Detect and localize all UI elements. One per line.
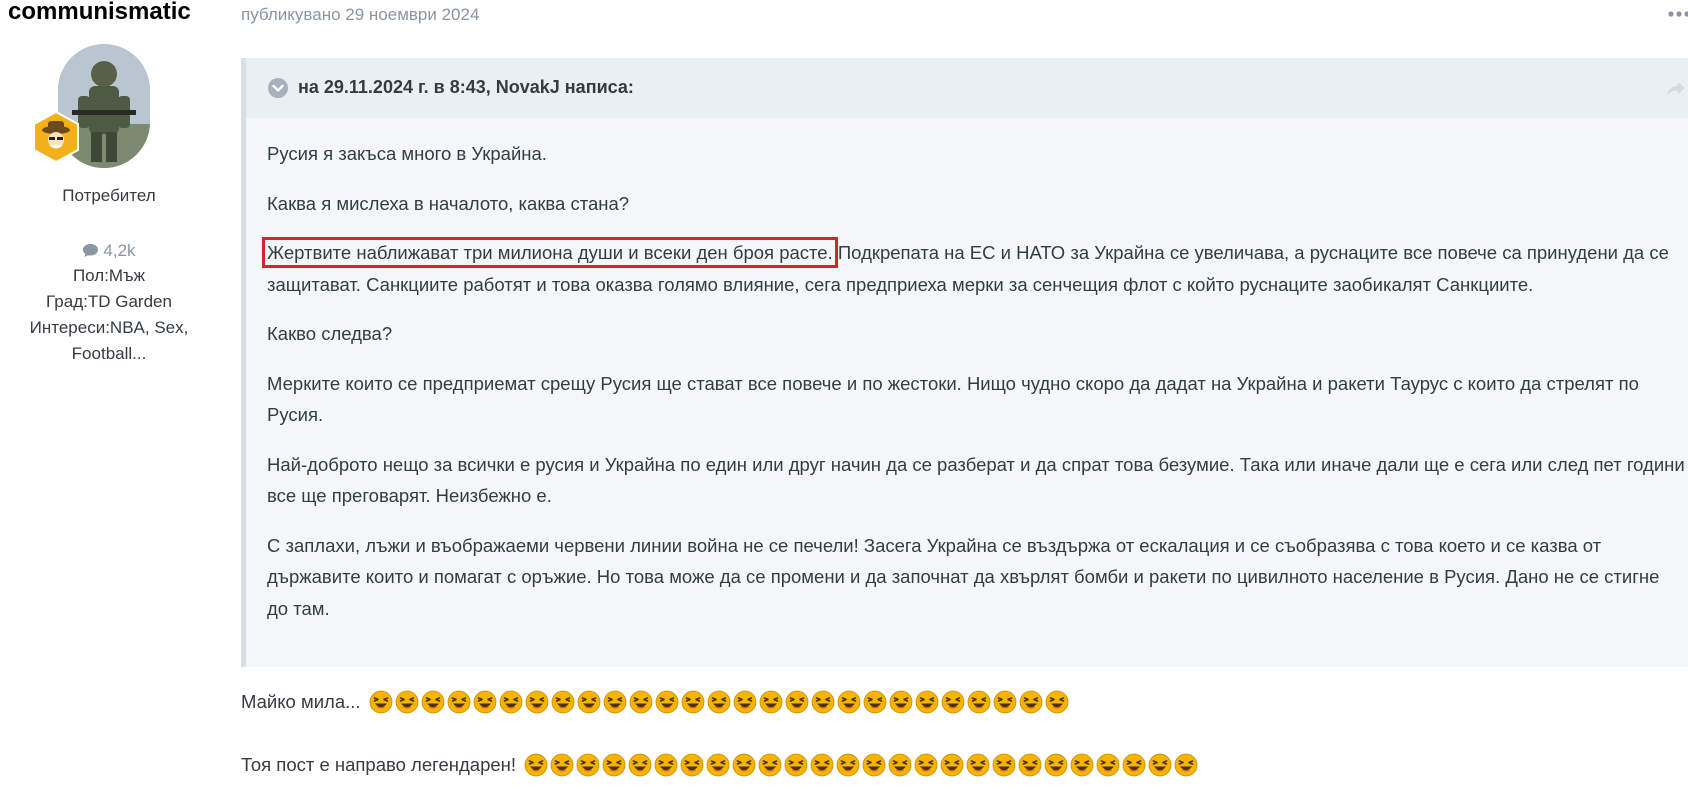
share-icon[interactable]	[1666, 80, 1686, 98]
laughing-emoji-icon	[707, 690, 731, 714]
quote-paragraph: Най-доброто нещо за всички е русия и Укр…	[267, 453, 1685, 507]
laughing-emoji-icon	[395, 690, 419, 714]
profile-field-interests: Интереси:NBA, Sex, Football...	[29, 318, 189, 363]
quote-paragraph: С заплахи, лъжи и въображаеми червени ли…	[267, 534, 1660, 619]
laughing-emoji-icon	[811, 690, 835, 714]
profile-field-city: Град:TD Garden	[46, 292, 172, 311]
laughing-emoji-icon	[551, 690, 575, 714]
laughing-emoji-icon	[499, 690, 523, 714]
laughing-emoji-icon	[369, 690, 393, 714]
author-name[interactable]: communismatic	[8, 0, 191, 26]
laughing-emoji-icon	[967, 690, 991, 714]
laughing-emoji-icon	[655, 690, 679, 714]
profile-field-gender: Пол:Мъж	[72, 266, 146, 285]
laughing-emoji-icon	[836, 753, 860, 777]
laughing-emoji-icon	[1148, 753, 1172, 777]
laughing-emoji-icon	[810, 753, 834, 777]
laughing-emoji-icon	[706, 753, 730, 777]
laughing-emoji-icon	[837, 690, 861, 714]
reply-line: Майко мила...	[241, 690, 1069, 714]
reply-line: Тоя пост е направо легендарен!	[241, 753, 1198, 777]
post-count[interactable]: 4,2k	[0, 238, 218, 266]
laughing-emoji-icon	[1045, 690, 1069, 714]
highlighted-sentence: Жертвите наближават три милиона души и в…	[262, 237, 838, 268]
quote-block: на 29.11.2024 г. в 8:43, NovakJ написа: …	[241, 58, 1688, 667]
laughing-emoji-icon	[629, 690, 653, 714]
laughing-emoji-icon	[1044, 753, 1068, 777]
laughing-emoji-icon	[1122, 753, 1146, 777]
laughing-emoji-icon	[1018, 753, 1042, 777]
user-group: Потребител	[62, 186, 156, 205]
laughing-emoji-icon	[602, 753, 626, 777]
chevron-down-icon[interactable]	[268, 78, 288, 98]
quote-paragraph: Каква я мислеха в началото, каква стана?	[267, 192, 630, 214]
quote-header: на 29.11.2024 г. в 8:43, NovakJ написа:	[246, 58, 1688, 118]
laughing-emoji-icon	[966, 753, 990, 777]
reply-text: Майко мила...	[241, 691, 361, 712]
quote-paragraph: Русия я закъса много в Украйна.	[267, 143, 547, 164]
laughing-emoji-icon	[784, 753, 808, 777]
post-count-value: 4,2k	[103, 241, 136, 260]
laughing-emoji-icon	[889, 690, 913, 714]
laughing-emoji-icon	[1019, 690, 1043, 714]
laughing-emoji-icon	[447, 690, 471, 714]
emoji-row	[369, 690, 1069, 714]
laughing-emoji-icon	[992, 753, 1016, 777]
laughing-emoji-icon	[862, 753, 886, 777]
quote-paragraph: Жертвите наближават три милиона души и в…	[262, 237, 1685, 300]
laughing-emoji-icon	[576, 753, 600, 777]
laughing-emoji-icon	[421, 690, 445, 714]
laughing-emoji-icon	[915, 690, 939, 714]
quote-paragraph: Какво следва?	[267, 323, 393, 344]
laughing-emoji-icon	[1070, 753, 1094, 777]
laughing-emoji-icon	[888, 753, 912, 777]
laughing-emoji-icon	[524, 753, 548, 777]
laughing-emoji-icon	[577, 690, 601, 714]
laughing-emoji-icon	[654, 753, 678, 777]
laughing-emoji-icon	[473, 690, 497, 714]
laughing-emoji-icon	[681, 690, 705, 714]
laughing-emoji-icon	[785, 690, 809, 714]
laughing-emoji-icon	[550, 753, 574, 777]
laughing-emoji-icon	[759, 690, 783, 714]
laughing-emoji-icon	[993, 690, 1017, 714]
post-date[interactable]: публикувано 29 ноември 2024	[241, 5, 479, 25]
quote-citation[interactable]: на 29.11.2024 г. в 8:43, NovakJ написа:	[298, 77, 634, 98]
cowboy-badge-icon	[32, 110, 80, 164]
laughing-emoji-icon	[940, 753, 964, 777]
laughing-emoji-icon	[628, 753, 652, 777]
laughing-emoji-icon	[1174, 753, 1198, 777]
laughing-emoji-icon	[732, 753, 756, 777]
laughing-emoji-icon	[525, 690, 549, 714]
quote-paragraph: Мерките които се предприемат срещу Русия…	[267, 372, 1639, 426]
emoji-row	[524, 753, 1198, 777]
ellipsis-icon[interactable]	[1668, 6, 1688, 22]
laughing-emoji-icon	[758, 753, 782, 777]
laughing-emoji-icon	[941, 690, 965, 714]
laughing-emoji-icon	[680, 753, 704, 777]
quote-body: Русия я закъса много в Украйна. Каква я …	[262, 138, 1685, 642]
reply-text: Тоя пост е направо легендарен!	[241, 754, 516, 775]
laughing-emoji-icon	[733, 690, 757, 714]
laughing-emoji-icon	[863, 690, 887, 714]
laughing-emoji-icon	[914, 753, 938, 777]
laughing-emoji-icon	[603, 690, 627, 714]
laughing-emoji-icon	[1096, 753, 1120, 777]
